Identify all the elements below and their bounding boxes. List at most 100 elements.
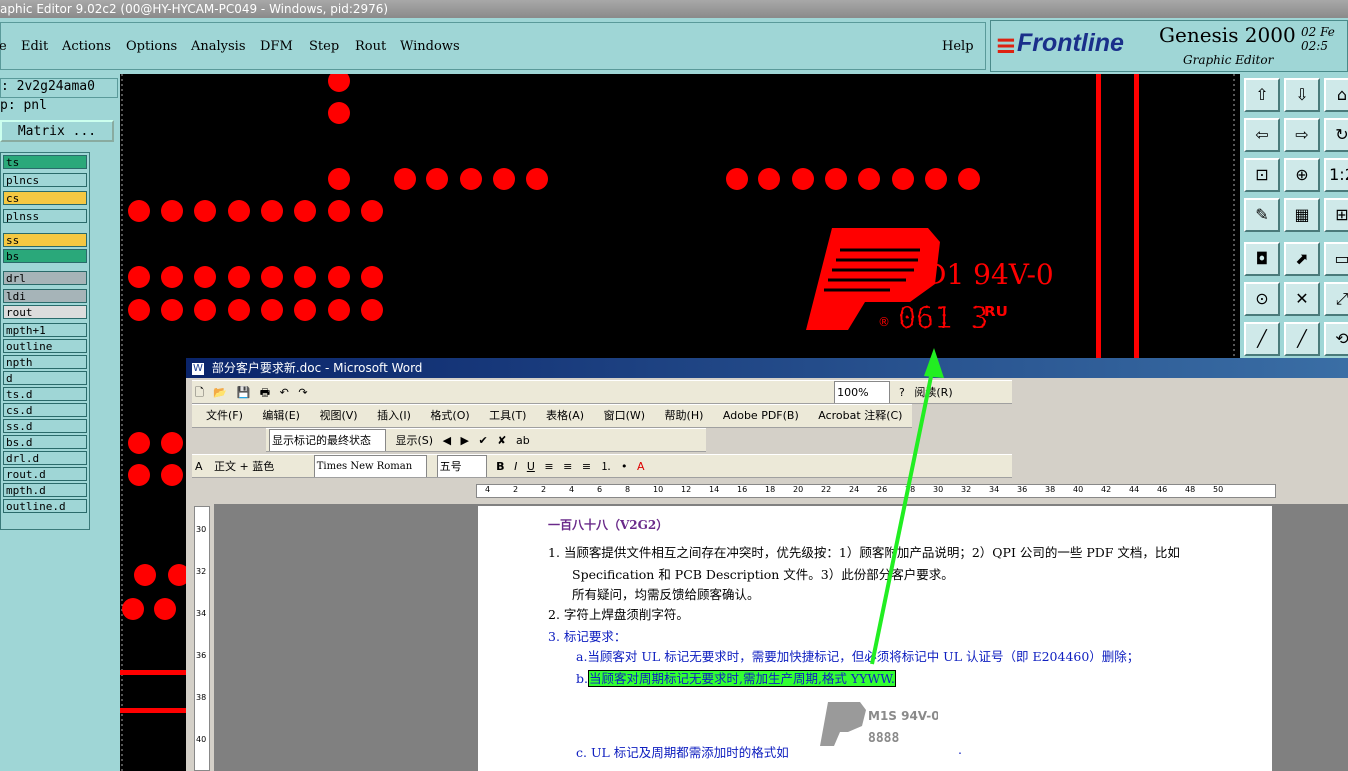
layer-ss-d[interactable]: ss.d	[3, 419, 87, 433]
layer-ss[interactable]: ss	[3, 233, 87, 247]
tool-button-14-icon[interactable]: ⬈	[1284, 242, 1320, 276]
word-menu-table[interactable]: 表格(A)	[546, 405, 584, 427]
layer-outline-d[interactable]: outline.d	[3, 499, 87, 513]
layer-cs[interactable]: cs	[3, 191, 87, 205]
word-menu-tools[interactable]: 工具(T)	[489, 405, 526, 427]
doc-item-3c: c. UL 标记及周期都需添加时的格式如	[576, 745, 789, 760]
layer-ts[interactable]: ts	[3, 155, 87, 169]
bullets-icon[interactable]: •	[621, 456, 628, 477]
prev-change-icon[interactable]: ◀	[443, 430, 451, 451]
layer-drl-d[interactable]: drl.d	[3, 451, 87, 465]
tool-button-4-icon[interactable]: ⇦	[1244, 118, 1280, 152]
menu-windows[interactable]: Windows	[400, 39, 460, 54]
tool-button-17-icon[interactable]: ✕	[1284, 282, 1320, 316]
menu-actions[interactable]: Actions	[62, 39, 111, 54]
align-right-icon[interactable]: ≡	[582, 456, 591, 477]
word-menu-adobe-pdf[interactable]: Adobe PDF(B)	[723, 405, 799, 427]
job-name-field[interactable]: : 2v2g24ama0	[0, 78, 118, 98]
layer-plnss[interactable]: plnss	[3, 209, 87, 223]
tool-button-5-icon[interactable]: ⇨	[1284, 118, 1320, 152]
align-center-icon[interactable]: ≡	[563, 456, 572, 477]
bold-icon[interactable]: B	[496, 456, 504, 477]
help-icon[interactable]: ?	[899, 382, 905, 403]
print-icon[interactable]: 🖶	[260, 382, 270, 403]
menu-step[interactable]: Step	[309, 39, 339, 54]
word-menu-file[interactable]: 文件(F)	[206, 405, 243, 427]
word-menu-acrobat[interactable]: Acrobat 注释(C)	[818, 405, 902, 427]
layer-d[interactable]: d	[3, 371, 87, 385]
style-select[interactable]: 正文 + 蓝色	[212, 456, 304, 477]
highlight-icon[interactable]: ab	[516, 430, 530, 451]
read-button[interactable]: 阅读(R)	[914, 382, 952, 403]
layer-ldi[interactable]: ldi	[3, 289, 87, 303]
tool-button-10-icon[interactable]: ✎	[1244, 198, 1280, 232]
tool-button-7-icon[interactable]: ⊡	[1244, 158, 1280, 192]
pad	[194, 266, 216, 288]
numbering-icon[interactable]: ⒈	[601, 456, 612, 477]
styles-icon[interactable]: A	[195, 456, 203, 477]
menu-edit[interactable]: Edit	[21, 39, 48, 54]
tool-button-2-icon[interactable]: ⇩	[1284, 78, 1320, 112]
layer-mpth-d[interactable]: mpth.d	[3, 483, 87, 497]
layer-rout[interactable]: rout	[3, 305, 87, 319]
undo-icon[interactable]: ↶	[280, 382, 289, 403]
menu-dfm[interactable]: DFM	[260, 39, 293, 54]
save-icon[interactable]: 💾	[237, 382, 251, 403]
open-icon[interactable]: 📂	[213, 382, 227, 403]
horizontal-ruler[interactable]: 4 2 2 4 6 8 10 12 14 16 18 20 22 24 26 28 30 32 34 36 38 40 42…	[476, 484, 1276, 498]
new-icon[interactable]: 🗋	[195, 382, 204, 403]
align-left-icon[interactable]: ≡	[544, 456, 553, 477]
layer-plncs[interactable]: plncs	[3, 173, 87, 187]
tool-button-21-icon[interactable]: ⟲	[1324, 322, 1348, 356]
word-menu-window[interactable]: 窗口(W)	[604, 405, 645, 427]
underline-icon[interactable]: U	[527, 456, 535, 477]
italic-icon[interactable]: I	[514, 456, 517, 477]
zoom-select[interactable]: 100%	[834, 381, 890, 403]
tool-button-18-icon[interactable]: ⤢	[1324, 282, 1348, 316]
tool-button-12-icon[interactable]: ⊞	[1324, 198, 1348, 232]
layer-bs-d[interactable]: bs.d	[3, 435, 87, 449]
layer-bs[interactable]: bs	[3, 249, 87, 263]
tool-button-16-icon[interactable]: ⊙	[1244, 282, 1280, 316]
font-size-select[interactable]: 五号	[436, 455, 487, 477]
layer-npth[interactable]: npth	[3, 355, 87, 369]
menu-analysis[interactable]: Analysis	[191, 39, 246, 54]
font-color-icon[interactable]: A	[637, 456, 645, 477]
word-menu-edit[interactable]: 编辑(E)	[262, 405, 300, 427]
matrix-button[interactable]: Matrix ...	[0, 120, 114, 142]
tool-button-13-icon[interactable]: ◘	[1244, 242, 1280, 276]
word-menu-insert[interactable]: 插入(I)	[377, 405, 411, 427]
tool-button-8-icon[interactable]: ⊕	[1284, 158, 1320, 192]
tool-button-9-icon[interactable]: 1:2	[1324, 158, 1348, 192]
layer-outline[interactable]: outline	[3, 339, 87, 353]
vertical-ruler[interactable]: 30 32 34 36 38 40	[194, 506, 210, 771]
tool-button-6-icon[interactable]: ↻	[1324, 118, 1348, 152]
redo-icon[interactable]: ↷	[298, 382, 307, 403]
menu-rout[interactable]: Rout	[355, 39, 386, 54]
reject-change-icon[interactable]: ✘	[497, 430, 506, 451]
word-menu-help[interactable]: 帮助(H)	[665, 405, 704, 427]
layer-ts-d[interactable]: ts.d	[3, 387, 87, 401]
layer-cs-d[interactable]: cs.d	[3, 403, 87, 417]
menu-file[interactable]: e	[0, 39, 7, 54]
tool-button-15-icon[interactable]: ▭	[1324, 242, 1348, 276]
word-menu-format[interactable]: 格式(O)	[430, 405, 469, 427]
next-change-icon[interactable]: ▶	[461, 430, 469, 451]
word-menu-view[interactable]: 视图(V)	[319, 405, 357, 427]
step-name-field[interactable]: p: pnl	[0, 98, 116, 116]
menu-help[interactable]: Help	[942, 39, 974, 54]
font-select[interactable]: Times New Roman	[313, 455, 428, 477]
show-button[interactable]: 显示(S)	[396, 430, 434, 451]
layer-rout-d[interactable]: rout.d	[3, 467, 87, 481]
tool-button-3-icon[interactable]: ⌂	[1324, 78, 1348, 112]
document-page[interactable]: 一百八十八（V2G2） 1. 当顾客提供文件相互之间存在冲突时，优先级按：1）顾…	[478, 506, 1272, 771]
layer-drl[interactable]: drl	[3, 271, 87, 285]
track-state-select[interactable]: 显示标记的最终状态	[269, 429, 386, 451]
tool-button-11-icon[interactable]: ▦	[1284, 198, 1320, 232]
layer-mpth-1[interactable]: mpth+1	[3, 323, 87, 337]
tool-button-19-icon[interactable]: ╱	[1244, 322, 1280, 356]
accept-change-icon[interactable]: ✔	[479, 430, 488, 451]
menu-options[interactable]: Options	[126, 39, 177, 54]
tool-button-20-icon[interactable]: ╱	[1284, 322, 1320, 356]
tool-button-1-icon[interactable]: ⇧	[1244, 78, 1280, 112]
